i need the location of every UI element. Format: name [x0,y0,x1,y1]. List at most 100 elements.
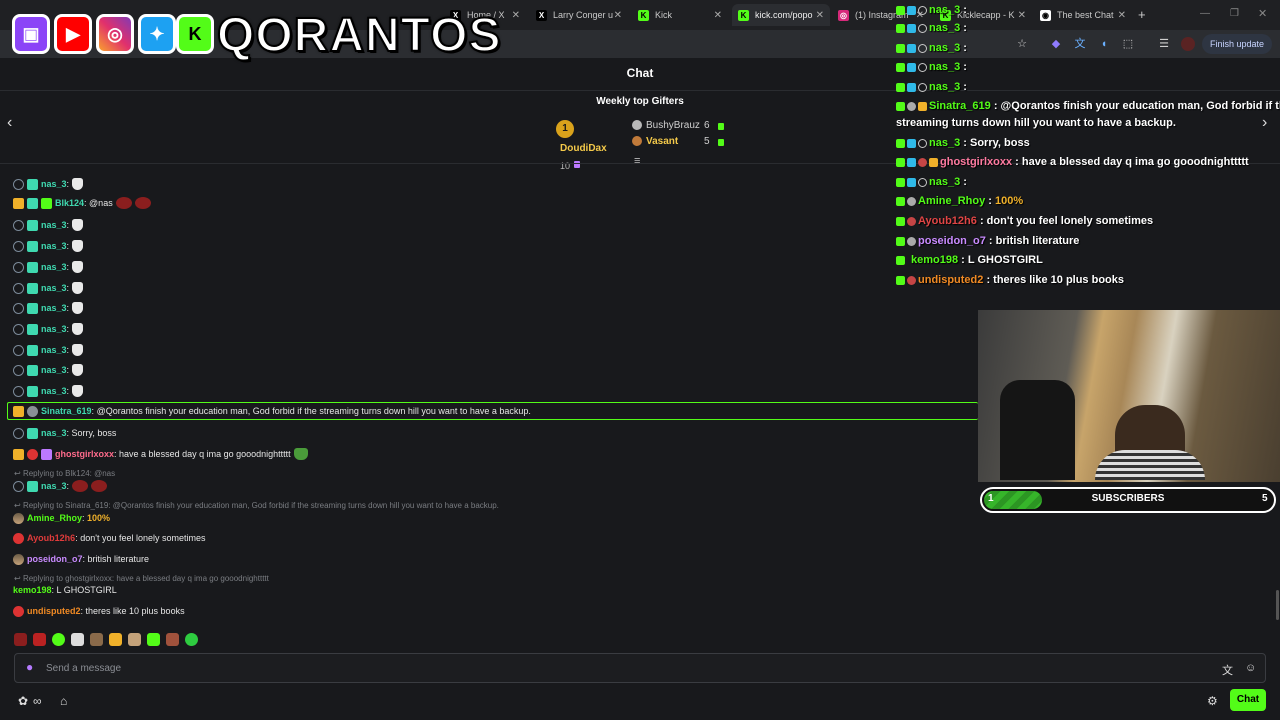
username[interactable]: Ayoub12h6 [27,530,75,546]
scrollbar[interactable] [1276,590,1279,620]
chat-message[interactable]: Amine_Rhoy: 100% [13,510,110,526]
gifter-row[interactable]: BushyBrauz 6 [632,120,724,131]
username[interactable]: kemo198 [13,582,52,598]
extension-icon[interactable]: ◆ [1049,37,1063,51]
top-gifter[interactable]: 1 DoudiDax 10 [556,120,626,171]
emote-icon[interactable] [166,632,179,646]
profile-avatar[interactable] [1181,37,1195,51]
username[interactable]: nas_3 [41,176,67,192]
username[interactable]: nas_3 [41,362,67,378]
chat-message[interactable]: undisputed2: theres like 10 plus books [13,603,185,619]
chat-message[interactable]: kemo198: L GHOSTGIRL [13,582,117,598]
tab-kick-popout[interactable]: Kkick.com/popo ✕ [732,4,830,26]
username[interactable]: nas_3 [41,238,67,254]
emote-icon[interactable] [14,632,27,646]
reply-context[interactable]: ↩ Replying to Sinatra_619: @Qorantos fin… [14,501,499,510]
kick-badge-icon [896,62,905,72]
restore-icon[interactable]: ❐ [1230,8,1239,19]
tab-kick[interactable]: K Kick ✕ [632,4,728,26]
username[interactable]: undisputed2 [27,603,81,619]
tab-larry[interactable]: X Larry Conger u ✕ [530,4,628,26]
emote-icon[interactable] [90,632,103,646]
instagram-icon: ◎ [838,9,849,21]
microphone-icon[interactable]: ● [26,660,33,674]
gifter-row[interactable]: Vasant 5 [632,136,724,147]
close-window-icon[interactable]: ✕ [1258,7,1267,20]
tab-title: kick.com/popo [755,10,813,20]
overlay-message-text: don't you feel lonely sometimes [986,215,1154,227]
close-tab-icon[interactable]: ✕ [512,10,520,21]
chevron-left-icon[interactable]: ‹ [7,114,12,132]
expand-pinned-icon[interactable]: ≡ [634,155,640,167]
chat-message[interactable]: nas_3: [13,300,84,316]
chevron-right-icon[interactable]: › [1262,114,1267,132]
chat-message[interactable]: nas_3: [13,259,84,275]
chat-message[interactable]: nas_3: [13,217,84,233]
username[interactable]: nas_3 [41,321,67,337]
close-tab-icon[interactable]: ✕ [614,10,622,21]
extensions-puzzle-icon[interactable]: ⬚ [1121,37,1135,51]
tab-best-chat[interactable]: ◉ The best Chat ✕ [1034,4,1132,26]
close-tab-icon[interactable]: ✕ [1118,10,1126,21]
emote-icon[interactable] [33,632,46,646]
send-chat-button[interactable]: Chat [1230,689,1266,711]
username[interactable]: nas_3 [41,383,67,399]
chat-message[interactable]: nas_3: [13,321,84,337]
username[interactable]: Amine_Rhoy [27,510,82,526]
loyalty-points-icon[interactable]: ✿ [18,694,28,708]
chat-message[interactable]: nas_3: [13,176,84,192]
audio-icon[interactable]: ◖ [1097,37,1111,51]
emote-icon[interactable] [52,632,65,646]
new-tab-icon[interactable]: + [1138,7,1146,22]
emote-icon[interactable] [185,632,198,646]
highlighted-chat-message[interactable]: Sinatra_619: @Qorantos finish your educa… [13,403,531,419]
username[interactable]: Sinatra_619 [41,403,92,419]
username[interactable]: nas_3 [41,280,67,296]
username[interactable]: nas_3 [41,425,67,441]
username[interactable]: nas_3 [41,478,67,494]
reply-context[interactable]: ↩ Replying to Blk124: @nas [14,469,115,478]
chat-message[interactable]: nas_3: [13,383,84,399]
chat-message[interactable]: nas_3: [13,478,108,494]
infinity-icon[interactable]: ∞ [33,694,42,708]
emoji-icon[interactable]: ☺ [1245,662,1256,674]
chat-message[interactable]: nas_3: [13,362,84,378]
username[interactable]: nas_3 [41,342,67,358]
chat-message[interactable]: ghostgirlxoxx: have a blessed day q ima … [13,446,308,462]
translate-icon[interactable]: 文 [1222,662,1233,678]
close-tab-icon[interactable]: ✕ [1018,10,1026,21]
chat-message[interactable]: nas_3: Sorry, boss [13,425,116,441]
emote-icon [115,197,132,209]
username[interactable]: poseidon_o7 [27,551,83,567]
chat-message[interactable]: nas_3: [13,342,84,358]
username[interactable]: Blk124 [55,195,84,211]
chat-message[interactable]: nas_3: [13,280,84,296]
chat-message[interactable]: Blk124: @nas [13,195,151,211]
emote-icon[interactable] [147,632,160,646]
chat-message[interactable]: nas_3: [13,238,84,254]
chat-message[interactable]: poseidon_o7: british literature [13,551,149,567]
username[interactable]: nas_3 [41,300,67,316]
settings-gear-icon[interactable]: ⚙ [1207,694,1218,708]
emote-icon[interactable] [128,632,141,646]
username[interactable]: nas_3 [41,259,67,275]
username[interactable]: ghostgirlxoxx [55,446,114,462]
bookmark-star-icon[interactable]: ☆ [1015,37,1029,51]
emote-icon[interactable] [109,632,122,646]
kick-badge-icon [896,43,905,53]
overlay-username: kemo198 [911,254,959,266]
close-tab-icon[interactable]: ✕ [816,10,824,21]
emote-icon[interactable] [71,632,84,646]
badge-icon [27,448,38,460]
minimize-icon[interactable]: — [1200,8,1210,19]
translate-icon[interactable]: 文 [1073,37,1087,51]
store-icon[interactable]: ⌂ [60,694,67,708]
finish-update-button[interactable]: Finish update ⋮ [1202,34,1272,69]
chat-message[interactable]: Ayoub12h6: don't you feel lonely sometim… [13,530,206,546]
subscriber-badge-icon [27,178,38,190]
close-tab-icon[interactable]: ✕ [714,10,722,21]
message-input[interactable] [46,659,1146,677]
subscriber-badge-icon [27,240,38,252]
username[interactable]: nas_3 [41,217,67,233]
reading-list-icon[interactable]: ☰ [1157,37,1171,51]
